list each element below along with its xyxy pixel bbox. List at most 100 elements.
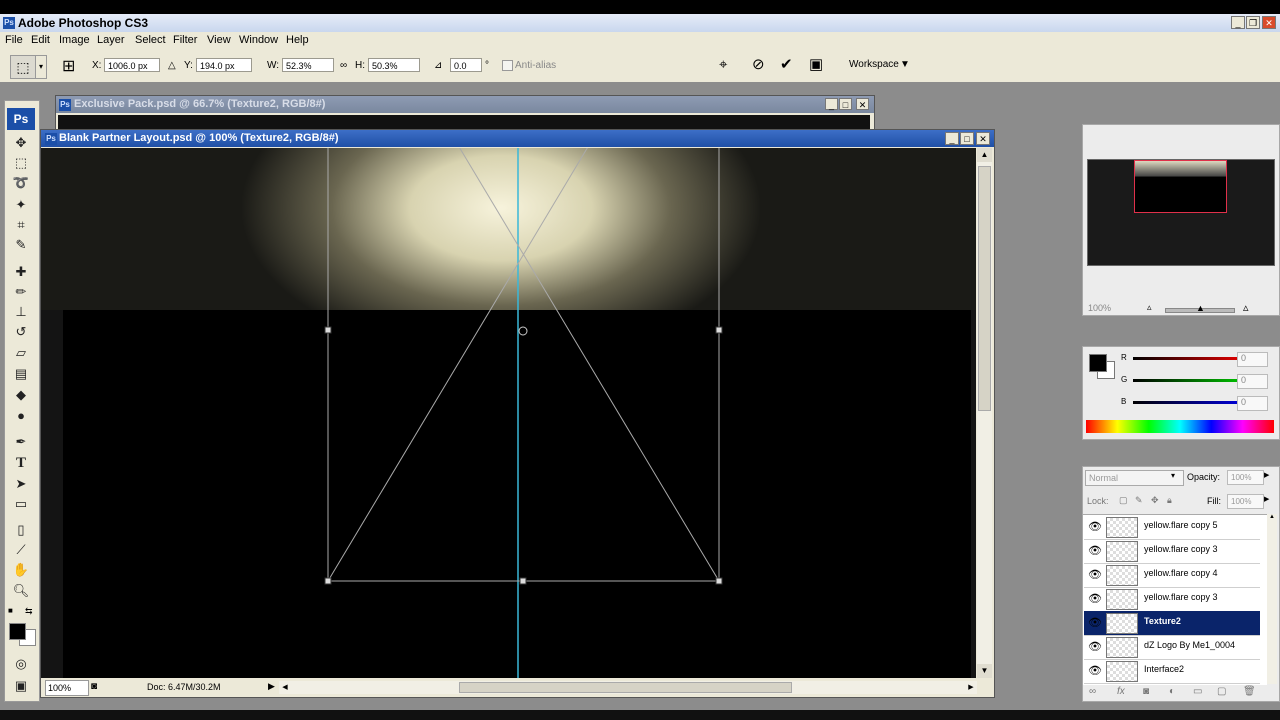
history-brush-tool-icon[interactable]: ↺ <box>11 323 31 341</box>
green-value[interactable]: 0 <box>1237 374 1268 389</box>
shape-tool-icon[interactable]: ▭ <box>11 495 31 513</box>
fill-arrow-icon[interactable]: ▶ <box>1264 495 1269 503</box>
scroll-down-icon[interactable]: ▼ <box>977 664 992 678</box>
menu-edit[interactable]: Edit <box>31 34 50 46</box>
fill-field[interactable]: 100% <box>1227 494 1264 509</box>
preset-dropdown-icon[interactable]: ▾ <box>35 55 47 79</box>
close-icon[interactable]: ✕ <box>1262 16 1276 29</box>
horizontal-scroll-thumb[interactable] <box>459 682 792 693</box>
move-tool-icon[interactable]: ✥ <box>11 134 31 152</box>
brush-tool-icon[interactable]: ✏ <box>11 283 31 301</box>
menu-view[interactable]: View <box>207 34 231 46</box>
lock-transparency-icon[interactable]: ▢ <box>1119 495 1128 506</box>
height-field[interactable]: 50.3% <box>368 58 420 72</box>
opacity-field[interactable]: 100% <box>1227 470 1264 485</box>
workspace-button[interactable]: Workspace <box>849 59 899 70</box>
menu-layer[interactable]: Layer <box>97 34 125 46</box>
foreground-color-swatch[interactable] <box>9 623 26 640</box>
path-selection-tool-icon[interactable]: ➤ <box>11 475 31 493</box>
notes-tool-icon[interactable]: ▯ <box>11 521 31 539</box>
layer-row[interactable]: 👁︎ Interface2 <box>1084 659 1260 684</box>
minimize-icon[interactable]: _ <box>1231 16 1245 29</box>
transform-tool-preset-icon[interactable]: ⬚ <box>10 55 36 79</box>
clone-stamp-tool-icon[interactable]: ⊥ <box>11 303 31 321</box>
layer-mask-icon[interactable]: ◙ <box>1143 686 1149 697</box>
navigator-preview[interactable] <box>1087 159 1275 266</box>
zoom-slider-handle-icon[interactable]: ▲ <box>1196 303 1205 313</box>
opacity-arrow-icon[interactable]: ▶ <box>1264 471 1269 479</box>
transform-handle[interactable] <box>519 577 527 585</box>
foreground-color-chip[interactable] <box>1089 354 1107 372</box>
healing-brush-tool-icon[interactable]: ✚ <box>11 263 31 281</box>
lock-all-icon[interactable]: 🔒︎ <box>1167 495 1172 506</box>
layer-row[interactable]: 👁︎ yellow.flare copy 5 <box>1084 515 1260 540</box>
lock-position-icon[interactable]: ✥ <box>1151 495 1159 506</box>
front-minimize-icon[interactable]: _ <box>945 132 959 145</box>
layers-scroll-up-icon[interactable]: ▲ <box>1267 514 1277 524</box>
blue-slider[interactable] <box>1133 401 1241 404</box>
gradient-tool-icon[interactable]: ▤ <box>11 365 31 383</box>
menu-image[interactable]: Image <box>59 34 90 46</box>
lock-pixels-icon[interactable]: ✎ <box>1135 495 1143 506</box>
vertical-scrollbar[interactable]: ▲ ▼ <box>977 148 992 678</box>
menu-select[interactable]: Select <box>135 34 166 46</box>
pen-tool-icon[interactable]: ✒ <box>11 433 31 451</box>
eye-icon[interactable]: 👁︎ <box>1088 616 1102 629</box>
free-transform-box[interactable] <box>41 148 976 678</box>
photoshop-logo-icon[interactable]: Ps <box>7 108 35 130</box>
zoom-in-icon[interactable]: ▵ <box>1243 301 1249 314</box>
transform-handle[interactable] <box>324 577 332 585</box>
screen-mode-icon[interactable]: ▣ <box>11 677 31 695</box>
layers-scrollbar[interactable]: ▲ <box>1267 514 1277 684</box>
front-maximize-icon[interactable]: □ <box>960 132 974 145</box>
blend-mode-select[interactable]: Normal <box>1085 470 1184 486</box>
eraser-tool-icon[interactable]: ▱ <box>11 344 31 362</box>
zoom-level-field[interactable]: 100% <box>45 680 89 696</box>
layer-row[interactable]: 👁︎ dZ Logo By Me1_0004 <box>1084 635 1260 660</box>
angle-field[interactable]: 0.0 <box>450 58 482 72</box>
swap-colors-icon[interactable]: ⇆ <box>25 606 33 617</box>
front-document-title-bar[interactable]: Blank Partner Layout.psd @ 100% (Texture… <box>41 130 994 147</box>
green-slider[interactable] <box>1133 379 1241 382</box>
front-close-icon[interactable]: ✕ <box>976 132 990 145</box>
vertical-scroll-thumb[interactable] <box>978 166 991 411</box>
eye-icon[interactable]: 👁︎ <box>1088 592 1102 605</box>
back-maximize-icon[interactable]: □ <box>839 98 852 110</box>
layer-style-icon[interactable]: fx <box>1117 686 1125 697</box>
adjustment-layer-icon[interactable]: ◐ <box>1169 686 1175 697</box>
eye-icon[interactable]: 👁︎ <box>1088 568 1102 581</box>
transform-handle[interactable] <box>324 326 332 334</box>
red-value[interactable]: 0 <box>1237 352 1268 367</box>
eyedropper2-tool-icon[interactable]: ⟋ <box>11 541 31 559</box>
width-field[interactable]: 52.3% <box>282 58 334 72</box>
antialias-checkbox[interactable] <box>502 60 513 71</box>
document-window-front[interactable]: Blank Partner Layout.psd @ 100% (Texture… <box>40 129 995 698</box>
link-icon[interactable]: ∞ <box>340 60 347 71</box>
scroll-up-icon[interactable]: ▲ <box>977 148 992 162</box>
transform-center-point[interactable] <box>518 326 528 336</box>
new-layer-icon[interactable]: ▢ <box>1217 686 1226 697</box>
blend-mode-dropdown-icon[interactable]: ▾ <box>1171 471 1175 480</box>
zoom-out-icon[interactable]: ▵ <box>1147 302 1152 313</box>
workspace-dropdown-icon[interactable]: ▼ <box>900 59 910 70</box>
status-options-icon[interactable]: ◙ <box>91 681 97 692</box>
hand-tool-icon[interactable]: ✋ <box>11 561 31 579</box>
cancel-transform-icon[interactable]: ⊘ <box>752 56 765 74</box>
x-field[interactable]: 1006.0 px <box>104 58 160 72</box>
bridge-icon[interactable]: ▣ <box>809 56 823 74</box>
dodge-tool-icon[interactable]: ● <box>11 407 31 425</box>
document-canvas[interactable] <box>41 148 976 678</box>
layer-row[interactable]: 👁︎ yellow.flare copy 4 <box>1084 563 1260 588</box>
commit-transform-icon[interactable]: ✔ <box>780 56 793 74</box>
quick-mask-icon[interactable]: ◎ <box>11 655 31 673</box>
y-field[interactable]: 194.0 px <box>196 58 252 72</box>
warp-icon[interactable]: ⌖ <box>719 56 727 74</box>
layer-row[interactable]: 👁︎ yellow.flare copy 3 <box>1084 539 1260 564</box>
delete-layer-icon[interactable]: 🗑︎ <box>1243 686 1256 697</box>
back-close-icon[interactable]: ✕ <box>856 98 869 110</box>
horizontal-scrollbar[interactable]: ◀ ▶ <box>279 681 977 694</box>
back-document-title-bar[interactable]: Exclusive Pack.psd @ 66.7% (Texture2, RG… <box>56 96 874 113</box>
eye-icon[interactable]: 👁︎ <box>1088 664 1102 677</box>
crop-tool-icon[interactable]: ⌗ <box>11 216 31 234</box>
menu-file[interactable]: File <box>5 34 23 46</box>
